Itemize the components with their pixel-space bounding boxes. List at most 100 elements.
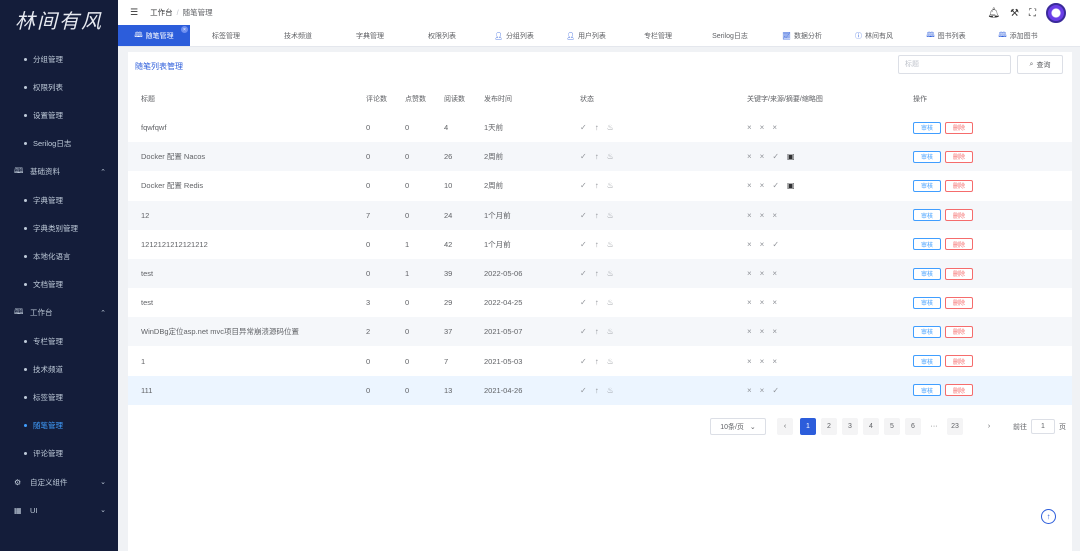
like-icon[interactable]: ♨ <box>607 269 614 278</box>
sidebar-item[interactable]: 设置管理 <box>0 101 118 129</box>
check-icon[interactable]: ✓ <box>580 181 587 190</box>
like-icon[interactable]: ♨ <box>607 152 614 161</box>
delete-button[interactable]: 删除 <box>945 179 974 192</box>
like-icon[interactable]: ♨ <box>607 386 614 395</box>
check-icon[interactable]: ✓ <box>580 298 587 307</box>
next-page-button[interactable]: › <box>981 418 997 435</box>
sidebar-item[interactable]: 权限列表 <box>0 73 118 101</box>
delete-button[interactable]: 删除 <box>945 296 974 309</box>
tab[interactable]: 🕮 添加图书 <box>982 25 1054 46</box>
close-icon[interactable]: × <box>181 26 188 33</box>
sidebar-item[interactable]: 专栏管理 <box>0 327 118 355</box>
like-icon[interactable]: ♨ <box>607 123 614 132</box>
audit-button[interactable]: 审核 <box>913 267 942 280</box>
check-icon[interactable]: ✓ <box>580 357 587 366</box>
audit-button[interactable]: 审核 <box>913 209 942 222</box>
delete-button[interactable]: 删除 <box>945 267 974 280</box>
tab[interactable]: 🕮 随笔管理 × <box>118 25 190 46</box>
page-size-select[interactable]: 10条/页 ⌄ <box>710 418 766 435</box>
page-number-button[interactable]: 4 <box>863 418 879 435</box>
page-number-button[interactable]: 6 <box>905 418 921 435</box>
tab[interactable]: 👤︎ 用户列表 <box>550 25 622 46</box>
tab[interactable]: ⓘ 林间有风 <box>838 25 910 46</box>
search-input[interactable]: 标题 <box>898 55 1011 74</box>
goto-page-input[interactable]: 1 <box>1031 419 1055 434</box>
page-number-button[interactable]: 5 <box>884 418 900 435</box>
check-icon[interactable]: ✓ <box>580 269 587 278</box>
search-button[interactable]: ⌕ 查询 <box>1017 55 1063 74</box>
check-icon[interactable]: ✓ <box>580 327 587 336</box>
audit-button[interactable]: 审核 <box>913 325 942 338</box>
check-icon[interactable]: ✓ <box>580 240 587 249</box>
page-number-button[interactable]: 3 <box>842 418 858 435</box>
breadcrumb-item-workbench[interactable]: 工作台 <box>150 8 173 17</box>
check-icon[interactable]: ✓ <box>580 386 587 395</box>
fullscreen-icon[interactable]: ⛶ <box>1029 8 1036 19</box>
sidebar-item[interactable]: Serilog日志 <box>0 130 118 158</box>
arrow-up-icon[interactable]: ↑ <box>595 240 599 249</box>
like-icon[interactable]: ♨ <box>607 211 614 220</box>
sidebar-item[interactable]: 字典类别管理 <box>0 214 118 242</box>
page-number-button[interactable]: 1 <box>800 418 816 435</box>
sidebar-item[interactable]: 技术频道 <box>0 355 118 383</box>
arrow-up-icon[interactable]: ↑ <box>595 386 599 395</box>
arrow-up-icon[interactable]: ↑ <box>595 357 599 366</box>
like-icon[interactable]: ♨ <box>607 181 614 190</box>
sidebar-item[interactable]: 字典管理 <box>0 186 118 214</box>
delete-button[interactable]: 删除 <box>945 121 974 134</box>
delete-button[interactable]: 删除 <box>945 384 974 397</box>
arrow-up-icon[interactable]: ↑ <box>595 123 599 132</box>
arrow-up-icon[interactable]: ↑ <box>595 327 599 336</box>
audit-button[interactable]: 审核 <box>913 121 942 134</box>
sidebar-item[interactable]: 🕮 基础资料 ⌃ <box>0 158 118 186</box>
like-icon[interactable]: ♨ <box>607 357 614 366</box>
tab[interactable]: 👤︎ 分组列表 <box>478 25 550 46</box>
tab[interactable]: Serilog日志 <box>694 25 766 46</box>
tab[interactable]: 技术频道 <box>262 25 334 46</box>
audit-button[interactable]: 审核 <box>913 355 942 368</box>
like-icon[interactable]: ♨ <box>607 298 614 307</box>
tab[interactable]: 专栏管理 <box>622 25 694 46</box>
audit-button[interactable]: 审核 <box>913 238 942 251</box>
back-to-top-icon[interactable]: ↑ <box>1041 509 1056 524</box>
sidebar-item[interactable]: ▦ UI ⌄ <box>0 496 118 524</box>
check-icon[interactable]: ✓ <box>580 211 587 220</box>
delete-button[interactable]: 删除 <box>945 355 974 368</box>
like-icon[interactable]: ♨ <box>607 240 614 249</box>
delete-button[interactable]: 删除 <box>945 209 974 222</box>
tab[interactable]: 标签管理 <box>190 25 262 46</box>
menu-toggle-icon[interactable]: ☰ <box>130 7 138 18</box>
check-icon[interactable]: ✓ <box>580 152 587 161</box>
sidebar-item[interactable]: 本地化语言 <box>0 242 118 270</box>
tab[interactable]: ✎B <box>1054 25 1080 46</box>
sidebar-item[interactable]: ⚙ 自定义组件 ⌄ <box>0 468 118 496</box>
sidebar-item[interactable]: 随笔管理 <box>0 412 118 440</box>
arrow-up-icon[interactable]: ↑ <box>595 181 599 190</box>
tab[interactable]: 🕮 图书列表 <box>910 25 982 46</box>
audit-button[interactable]: 审核 <box>913 179 942 192</box>
audit-button[interactable]: 审核 <box>913 150 942 163</box>
check-icon[interactable]: ✓ <box>580 123 587 132</box>
sidebar-item[interactable]: 分组管理 <box>0 45 118 73</box>
like-icon[interactable]: ♨ <box>607 327 614 336</box>
arrow-up-icon[interactable]: ↑ <box>595 269 599 278</box>
magic-wand-icon[interactable]: ⚒ <box>1010 8 1019 19</box>
arrow-up-icon[interactable]: ↑ <box>595 211 599 220</box>
sidebar-item[interactable]: 🕮 工作台 ⌃ <box>0 299 118 327</box>
sidebar-item[interactable]: 评论管理 <box>0 440 118 468</box>
avatar[interactable] <box>1046 3 1066 23</box>
arrow-up-icon[interactable]: ↑ <box>595 298 599 307</box>
notification-bell-icon[interactable]: 🔔︎ <box>987 8 1000 19</box>
delete-button[interactable]: 删除 <box>945 325 974 338</box>
page-number-button[interactable]: 23 <box>947 418 963 435</box>
sidebar-item[interactable]: 文档管理 <box>0 271 118 299</box>
delete-button[interactable]: 删除 <box>945 150 974 163</box>
audit-button[interactable]: 审核 <box>913 296 942 309</box>
audit-button[interactable]: 审核 <box>913 384 942 397</box>
page-number-button[interactable]: ··· <box>926 418 942 435</box>
tab[interactable]: 权限列表 <box>406 25 478 46</box>
sidebar-item[interactable]: 标签管理 <box>0 383 118 411</box>
tab[interactable]: 字典管理 <box>334 25 406 46</box>
prev-page-button[interactable]: ‹ <box>777 418 793 435</box>
page-number-button[interactable]: 2 <box>821 418 837 435</box>
